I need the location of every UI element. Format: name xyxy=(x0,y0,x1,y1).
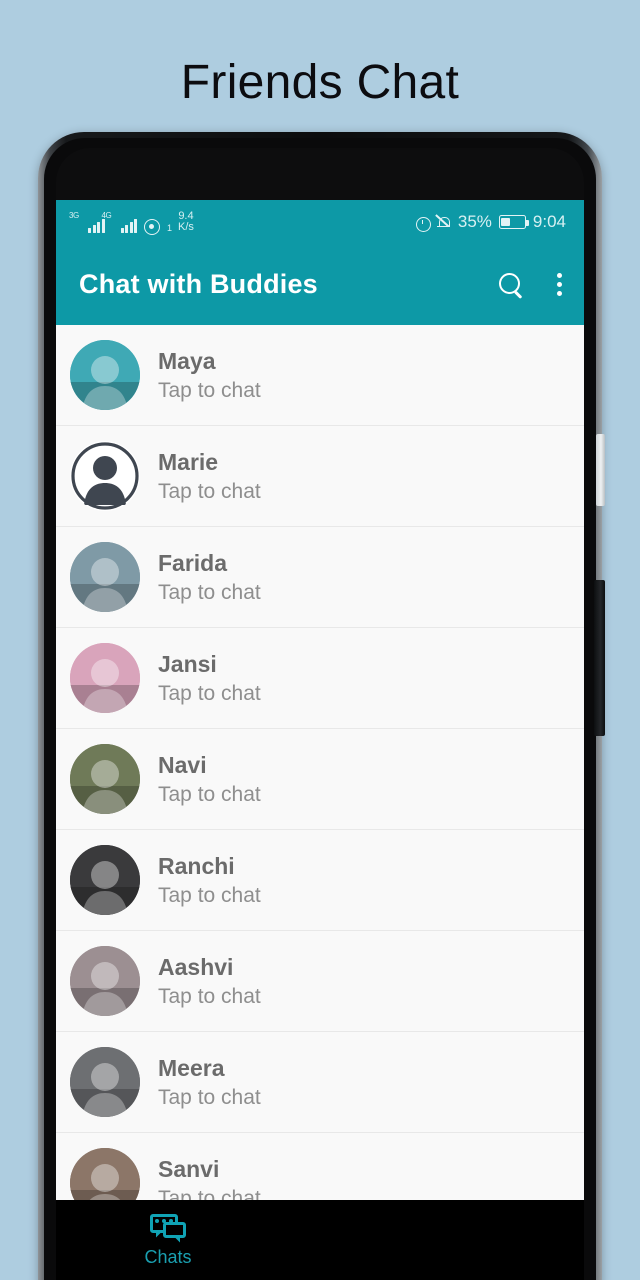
chat-item-name: Marie xyxy=(158,448,219,475)
chat-item-text: Ranchi Tap to chat xyxy=(158,853,261,908)
status-bar-left: 3G 4G 1 9.4 K/s xyxy=(69,211,194,235)
chat-item-subtitle: Tap to chat xyxy=(158,883,261,907)
chat-item-subtitle: Tap to chat xyxy=(158,378,261,402)
avatar xyxy=(70,340,140,410)
chat-list-item[interactable]: Aashvi Tap to chat xyxy=(56,931,584,1032)
screenshot-root: Friends Chat 3G 4G 1 9.4 K/s 35% 9:04 Ch… xyxy=(0,0,640,1280)
signal-bars-1 xyxy=(88,218,105,233)
bottom-nav-label-chats: Chats xyxy=(144,1246,192,1267)
avatar xyxy=(70,1047,140,1117)
alarm-clock-icon xyxy=(415,215,431,232)
chat-item-text: Maya Tap to chat xyxy=(158,348,261,403)
chat-list-item[interactable]: Marie Tap to chat xyxy=(56,426,584,527)
chat-item-text: Navi Tap to chat xyxy=(158,752,261,807)
chat-item-subtitle: Tap to chat xyxy=(158,984,261,1008)
chat-item-text: Aashvi Tap to chat xyxy=(158,954,261,1009)
avatar-placeholder xyxy=(70,441,140,511)
avatar xyxy=(70,744,140,814)
chat-list-item[interactable]: Meera Tap to chat xyxy=(56,1032,584,1133)
phone-screen: 3G 4G 1 9.4 K/s 35% 9:04 Chat with Buddi… xyxy=(56,200,584,1280)
chat-item-text: Marie Tap to chat xyxy=(158,449,261,504)
data-rate-indicator: 9.4 K/s xyxy=(178,211,194,233)
chat-item-text: Meera Tap to chat xyxy=(158,1055,261,1110)
power-button[interactable] xyxy=(596,434,605,506)
signal-icon-sim1: 3G xyxy=(69,211,105,233)
avatar xyxy=(70,542,140,612)
hotspot-icon xyxy=(143,217,160,235)
chat-item-text: Jansi Tap to chat xyxy=(158,651,261,706)
data-rate-unit: K/s xyxy=(178,221,194,233)
chat-item-subtitle: Tap to chat xyxy=(158,580,261,604)
chat-item-name: Sanvi xyxy=(158,1155,220,1182)
chat-list-item[interactable]: Farida Tap to chat xyxy=(56,527,584,628)
chat-item-name: Farida xyxy=(158,549,228,576)
chat-item-name: Ranchi xyxy=(158,852,235,879)
chat-bubbles-icon xyxy=(150,1213,186,1242)
chat-list-item[interactable]: Ranchi Tap to chat xyxy=(56,830,584,931)
battery-icon xyxy=(498,215,529,229)
chat-list-item[interactable]: Jansi Tap to chat xyxy=(56,628,584,729)
chat-item-subtitle: Tap to chat xyxy=(158,1085,261,1109)
chat-item-subtitle: Tap to chat xyxy=(158,782,261,806)
chat-item-name: Navi xyxy=(158,751,207,778)
chat-item-subtitle: Tap to chat xyxy=(158,681,261,705)
avatar xyxy=(70,1148,140,1200)
volume-rocker-button[interactable] xyxy=(594,580,605,736)
clock-label: 9:04 xyxy=(532,212,566,231)
search-icon[interactable] xyxy=(498,272,524,298)
bell-muted-icon xyxy=(435,213,451,230)
chat-item-subtitle: Tap to chat xyxy=(158,1186,261,1201)
chat-item-name: Jansi xyxy=(158,650,217,677)
avatar xyxy=(70,845,140,915)
chat-item-subtitle: Tap to chat xyxy=(158,479,261,503)
chat-item-text: Sanvi Tap to chat xyxy=(158,1156,261,1201)
page-title: Friends Chat xyxy=(180,56,460,109)
app-bar: Chat with Buddies xyxy=(56,244,584,325)
chat-list[interactable]: Maya Tap to chat Marie Tap to chat Farida Tap… xyxy=(56,325,584,1200)
network-type-label-2: 4G xyxy=(101,211,112,220)
avatar xyxy=(70,946,140,1016)
bottom-nav-item-chats[interactable]: Chats xyxy=(128,1213,208,1267)
chat-item-name: Meera xyxy=(158,1054,225,1081)
network-type-label-1: 3G xyxy=(69,211,79,220)
chat-item-text: Farida Tap to chat xyxy=(158,550,261,605)
bottom-navigation-bar: Chats xyxy=(56,1200,584,1280)
chat-list-item[interactable]: Sanvi Tap to chat xyxy=(56,1133,584,1200)
battery-percent-label: 35% xyxy=(457,212,492,231)
chat-list-item[interactable]: Maya Tap to chat xyxy=(56,325,584,426)
signal-icon-sim2: 4G xyxy=(102,211,137,233)
avatar xyxy=(70,643,140,713)
app-bar-title: Chat with Buddies xyxy=(79,269,318,299)
hotspot-badge: 1 xyxy=(167,223,173,233)
more-vertical-icon[interactable] xyxy=(557,273,562,296)
chat-list-item[interactable]: Navi Tap to chat xyxy=(56,729,584,830)
chat-item-name: Aashvi xyxy=(158,953,234,980)
status-bar-right: 35% 9:04 xyxy=(415,212,566,232)
app-bar-actions xyxy=(498,272,562,298)
chat-item-name: Maya xyxy=(158,347,216,374)
status-bar: 3G 4G 1 9.4 K/s 35% 9:04 xyxy=(56,200,584,244)
signal-bars-2 xyxy=(120,218,137,233)
